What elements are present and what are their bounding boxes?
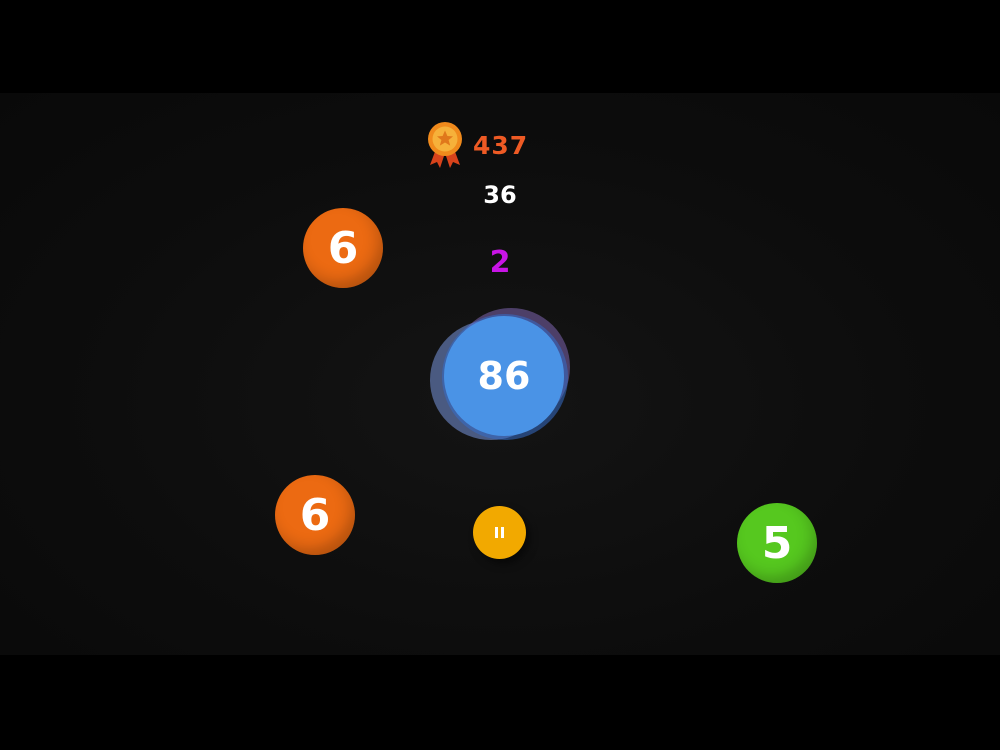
orange-ball[interactable]: 6 <box>275 475 355 555</box>
game-screen: 437 36 2 6 6 5 86 <box>0 0 1000 750</box>
best-score-value: 437 <box>473 130 529 160</box>
ball-value: 6 <box>299 489 331 541</box>
ball-value: 6 <box>327 222 359 274</box>
medal-icon <box>428 122 462 168</box>
player-ball-core: 86 <box>444 316 564 436</box>
player-ball-value: 86 <box>477 354 531 398</box>
pause-button[interactable] <box>473 506 526 559</box>
pause-bar <box>495 527 498 538</box>
pause-bar <box>501 527 504 538</box>
ball-value: 5 <box>761 517 793 569</box>
best-score-display: 437 <box>425 120 528 170</box>
green-ball[interactable]: 5 <box>737 503 817 583</box>
orange-ball[interactable]: 6 <box>303 208 383 288</box>
combo-counter: 2 <box>489 245 511 280</box>
pause-icon <box>495 527 504 538</box>
current-score: 36 <box>483 181 517 209</box>
player-ball[interactable]: 86 <box>430 308 572 443</box>
